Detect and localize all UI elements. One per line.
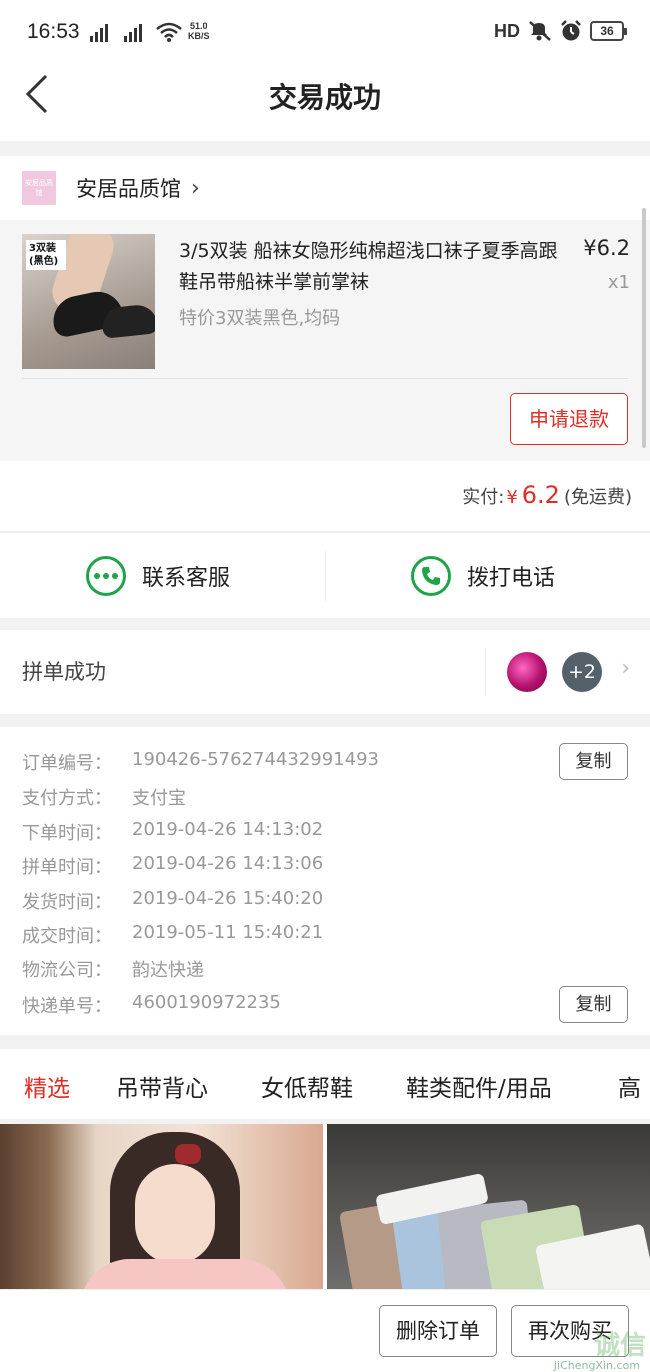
info-key: 物流公司：	[22, 960, 112, 981]
status-bar: 16:53 51.0 KB/S HD 36	[0, 0, 650, 64]
contact-bar: 联系客服 拨打电话	[0, 532, 650, 618]
divider	[485, 648, 486, 696]
chevron-right-icon: ›	[621, 656, 630, 681]
call-phone-button[interactable]: 拨打电话	[411, 533, 555, 619]
chevron-right-icon: ›	[191, 175, 200, 201]
info-row: 成交时间： 2019-05-11 15:40:21	[22, 922, 323, 948]
battery-icon: 36	[590, 21, 627, 41]
product-image[interactable]	[0, 1124, 323, 1289]
watermark-text: 诚信	[593, 1331, 646, 1361]
store-logo: 安居品质馆	[22, 171, 56, 205]
product-thumbnail: 3双装 (黑色)	[22, 234, 155, 369]
product-qty: x1	[607, 272, 630, 293]
product-price: ¥6.2	[583, 236, 630, 260]
info-key: 支付方式：	[22, 788, 112, 809]
thumb-tag: 3双装 (黑色)	[26, 240, 66, 270]
product-spec: 特价3双装黑色,均码	[179, 308, 341, 329]
paid-label: 实付:	[462, 487, 505, 508]
network-speed-value: 51.0	[189, 21, 208, 31]
alarm-icon	[561, 20, 581, 41]
info-key: 下单时间：	[22, 823, 112, 844]
recommend-grid	[0, 1124, 650, 1289]
info-row: 发货时间： 2019-04-26 15:40:20	[22, 888, 323, 914]
chat-bubble-icon	[86, 556, 126, 596]
payment-summary: 实付: ¥ 6.2 (免运费)	[0, 461, 650, 531]
info-value: 190426-576274432991493	[132, 749, 379, 770]
tab-camisole[interactable]: 吊带背心	[116, 1069, 208, 1103]
mute-icon	[529, 21, 551, 41]
page-title: 交易成功	[268, 81, 381, 114]
info-key: 成交时间：	[22, 926, 112, 947]
tab-more[interactable]: 高	[618, 1069, 641, 1103]
group-buy-label: 拼单成功	[22, 660, 106, 684]
product-title: 3/5双装 船袜女隐形纯棉超浅口袜子夏季高跟鞋吊带船袜半掌前掌袜	[179, 240, 558, 293]
network-speed-unit: KB/S	[188, 31, 210, 41]
watermark-url: JiChengXin.com	[553, 1359, 640, 1372]
info-value: 2019-05-11 15:40:21	[132, 922, 324, 943]
info-key: 快递单号：	[22, 996, 112, 1017]
tab-featured[interactable]: 精选	[24, 1069, 70, 1103]
hd-indicator: HD	[494, 20, 520, 41]
copy-tracking-number-button[interactable]: 复制	[559, 986, 628, 1023]
shipping-note: (免运费)	[563, 487, 632, 508]
wifi-icon	[156, 22, 182, 42]
info-row: 订单编号： 190426-576274432991493	[22, 749, 379, 775]
info-key: 发货时间：	[22, 892, 112, 913]
product-image[interactable]	[327, 1124, 650, 1289]
order-info: 订单编号： 190426-576274432991493 复制 支付方式： 支付…	[0, 727, 650, 1035]
info-value: 2019-04-26 14:13:02	[132, 819, 324, 840]
group-buy-row[interactable]: 拼单成功 +2 ›	[0, 630, 650, 714]
info-value: 韵达快递	[132, 960, 204, 981]
store-card: 安居品质馆 安居品质馆 › 3双装 (黑色) 3/5双装 船袜女隐形纯棉超浅口袜…	[0, 156, 650, 461]
status-right: HD 36	[494, 20, 627, 42]
store-name: 安居品质馆	[76, 177, 181, 201]
divider	[325, 551, 326, 601]
contact-service-label: 联系客服	[142, 566, 231, 591]
info-row: 快递单号： 4600190972235	[22, 992, 281, 1018]
paid-amount: 6.2	[521, 481, 560, 509]
tab-shoe-accessories[interactable]: 鞋类配件/用品	[406, 1069, 552, 1103]
order-item[interactable]: 3双装 (黑色) 3/5双装 船袜女隐形纯棉超浅口袜子夏季高跟鞋吊带船袜半掌前掌…	[0, 220, 650, 461]
status-time: 16:53	[27, 20, 80, 43]
copy-order-number-button[interactable]: 复制	[559, 743, 628, 780]
network-speed: 51.0 KB/S	[188, 21, 210, 41]
info-row: 支付方式： 支付宝	[22, 784, 186, 810]
info-value: 2019-04-26 15:40:20	[132, 888, 324, 909]
info-value: 支付宝	[132, 788, 186, 809]
info-value: 4600190972235	[132, 992, 281, 1013]
currency-symbol: ¥	[506, 487, 518, 508]
signal-icon	[124, 22, 142, 42]
signal-icon	[90, 22, 108, 42]
info-row: 下单时间： 2019-04-26 14:13:02	[22, 819, 323, 845]
info-row: 物流公司： 韵达快递	[22, 956, 204, 982]
info-key: 拼单时间：	[22, 857, 112, 878]
divider	[22, 378, 628, 379]
tab-low-shoes[interactable]: 女低帮鞋	[261, 1069, 353, 1103]
scrollbar	[642, 208, 646, 448]
store-header[interactable]: 安居品质馆 安居品质馆 ›	[0, 156, 650, 220]
delete-order-button[interactable]: 删除订单	[379, 1305, 497, 1357]
nav-bar: 交易成功	[0, 64, 650, 141]
info-value: 2019-04-26 14:13:06	[132, 853, 324, 874]
category-tabs: 精选 吊带背心 女低帮鞋 鞋类配件/用品 高	[0, 1049, 650, 1119]
phone-icon	[411, 556, 451, 596]
call-phone-label: 拨打电话	[467, 566, 556, 591]
info-key: 订单编号：	[22, 753, 112, 774]
watermark: 诚信 JiChengXin.com	[526, 1325, 646, 1372]
refund-button[interactable]: 申请退款	[510, 393, 628, 445]
info-row: 拼单时间： 2019-04-26 14:13:06	[22, 853, 323, 879]
avatar	[507, 652, 547, 692]
more-members-badge: +2	[562, 652, 602, 692]
contact-service-button[interactable]: 联系客服	[86, 533, 230, 619]
